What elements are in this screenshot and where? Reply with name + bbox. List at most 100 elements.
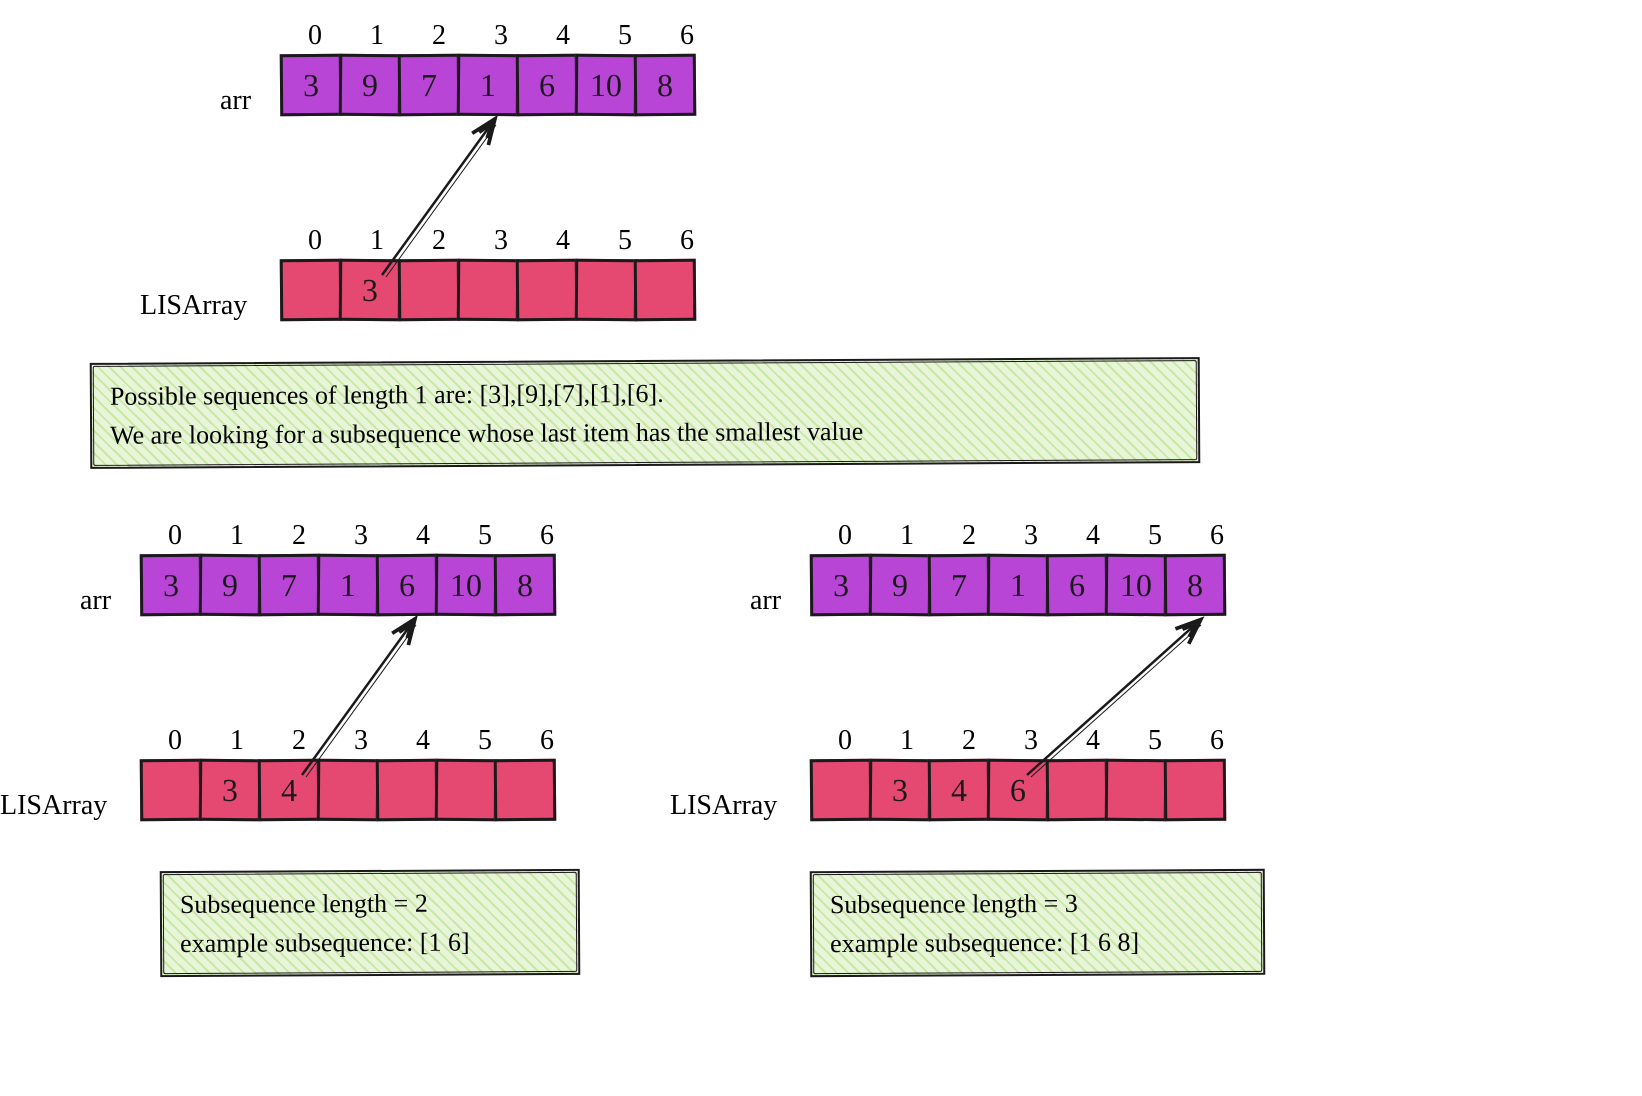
arr-label-br: arr — [750, 585, 781, 617]
arr-cell: 9 — [339, 54, 402, 117]
idx: 4 — [532, 225, 594, 257]
lis-cell — [516, 259, 579, 322]
idx: 2 — [268, 520, 330, 552]
idx: 0 — [814, 725, 876, 757]
arr-indices-br: 0 1 2 3 4 5 6 — [810, 520, 1252, 552]
idx: 6 — [1186, 520, 1248, 552]
lis-cell — [435, 759, 498, 822]
arr-cell: 10 — [1105, 554, 1168, 617]
idx: 1 — [346, 225, 408, 257]
lis-indices-top: 0 1 2 3 4 5 6 — [280, 225, 722, 257]
arr-label-bl: arr — [80, 585, 111, 617]
arr-cell: 9 — [869, 554, 932, 617]
arr-array-br: 0 1 2 3 4 5 6 3 9 7 1 6 10 8 — [810, 520, 1252, 616]
arr-cell: 8 — [1164, 554, 1227, 617]
idx: 4 — [1062, 725, 1124, 757]
arr-cell: 7 — [928, 554, 991, 617]
br-note-line1: Subsequence length = 3 — [830, 883, 1245, 924]
idx: 0 — [814, 520, 876, 552]
arr-cell: 7 — [398, 54, 461, 117]
arr-cell: 1 — [987, 554, 1050, 617]
arr-indices-bl: 0 1 2 3 4 5 6 — [140, 520, 582, 552]
idx: 6 — [656, 20, 718, 52]
idx: 0 — [144, 725, 206, 757]
idx: 1 — [876, 725, 938, 757]
lis-cell: 4 — [258, 759, 321, 822]
lisarray-label-top: LISArray — [140, 290, 247, 322]
lis-cell — [494, 759, 557, 822]
idx: 5 — [594, 20, 656, 52]
bl-note-line1: Subsequence length = 2 — [180, 883, 560, 924]
idx: 3 — [330, 725, 392, 757]
idx: 2 — [268, 725, 330, 757]
lis-indices-bl: 0 1 2 3 4 5 6 — [140, 725, 582, 757]
mid-note-box: Possible sequences of length 1 are: [3],… — [90, 357, 1201, 469]
lis-indices-br: 0 1 2 3 4 5 6 — [810, 725, 1252, 757]
arr-cell: 9 — [199, 554, 262, 617]
idx: 3 — [1000, 725, 1062, 757]
arr-cell: 6 — [1046, 554, 1109, 617]
lis-cell — [280, 259, 343, 322]
br-note-line2: example subsequence: [1 6 8] — [830, 922, 1245, 963]
idx: 3 — [470, 20, 532, 52]
lis-cell — [140, 759, 203, 822]
lis-cell — [457, 259, 520, 322]
idx: 1 — [346, 20, 408, 52]
idx: 1 — [206, 520, 268, 552]
arr-cell: 1 — [457, 54, 520, 117]
lis-cell — [575, 259, 638, 322]
lisarray-bl: 0 1 2 3 4 5 6 3 4 — [140, 725, 582, 821]
idx: 5 — [454, 520, 516, 552]
br-note-box: Subsequence length = 3 example subsequen… — [810, 869, 1266, 977]
idx: 6 — [516, 725, 578, 757]
idx: 4 — [1062, 520, 1124, 552]
idx: 6 — [516, 520, 578, 552]
arr-array-top: 0 1 2 3 4 5 6 3 9 7 1 6 10 8 — [280, 20, 722, 116]
arr-cell: 3 — [280, 54, 343, 117]
arr-cell: 6 — [376, 554, 439, 617]
arr-cell: 3 — [810, 554, 873, 617]
idx: 1 — [206, 725, 268, 757]
lis-cell: 3 — [869, 759, 932, 822]
idx: 2 — [408, 20, 470, 52]
bl-note-box: Subsequence length = 2 example subsequen… — [160, 869, 581, 977]
mid-note-line2: We are looking for a subsequence whose l… — [110, 410, 1180, 455]
arr-array-bl: 0 1 2 3 4 5 6 3 9 7 1 6 10 8 — [140, 520, 582, 616]
lis-cell — [317, 759, 380, 822]
arr-cell: 8 — [494, 554, 557, 617]
idx: 0 — [144, 520, 206, 552]
lis-cell: 4 — [928, 759, 991, 822]
arr-cell: 1 — [317, 554, 380, 617]
arr-cell: 10 — [575, 54, 638, 117]
arr-cell: 10 — [435, 554, 498, 617]
lisarray-label-bl: LISArray — [0, 790, 107, 822]
idx: 3 — [330, 520, 392, 552]
idx: 2 — [938, 520, 1000, 552]
lis-cell — [810, 759, 873, 822]
lis-cell — [1105, 759, 1168, 822]
lis-cell: 6 — [987, 759, 1050, 822]
arr-label-top: arr — [220, 85, 251, 117]
idx: 2 — [938, 725, 1000, 757]
mid-note-line1: Possible sequences of length 1 are: [3],… — [110, 371, 1180, 416]
idx: 5 — [594, 225, 656, 257]
idx: 5 — [1124, 725, 1186, 757]
arr-indices-top: 0 1 2 3 4 5 6 — [280, 20, 722, 52]
lis-cell — [398, 259, 461, 322]
lis-cell — [376, 759, 439, 822]
idx: 4 — [532, 20, 594, 52]
idx: 4 — [392, 520, 454, 552]
idx: 0 — [284, 20, 346, 52]
idx: 3 — [1000, 520, 1062, 552]
arr-cell: 8 — [634, 54, 697, 117]
idx: 1 — [876, 520, 938, 552]
lisarray-br: 0 1 2 3 4 5 6 3 4 6 — [810, 725, 1252, 821]
idx: 5 — [1124, 520, 1186, 552]
idx: 2 — [408, 225, 470, 257]
idx: 6 — [1186, 725, 1248, 757]
idx: 6 — [656, 225, 718, 257]
arr-cell: 3 — [140, 554, 203, 617]
lis-cell — [634, 259, 697, 322]
idx: 4 — [392, 725, 454, 757]
idx: 5 — [454, 725, 516, 757]
